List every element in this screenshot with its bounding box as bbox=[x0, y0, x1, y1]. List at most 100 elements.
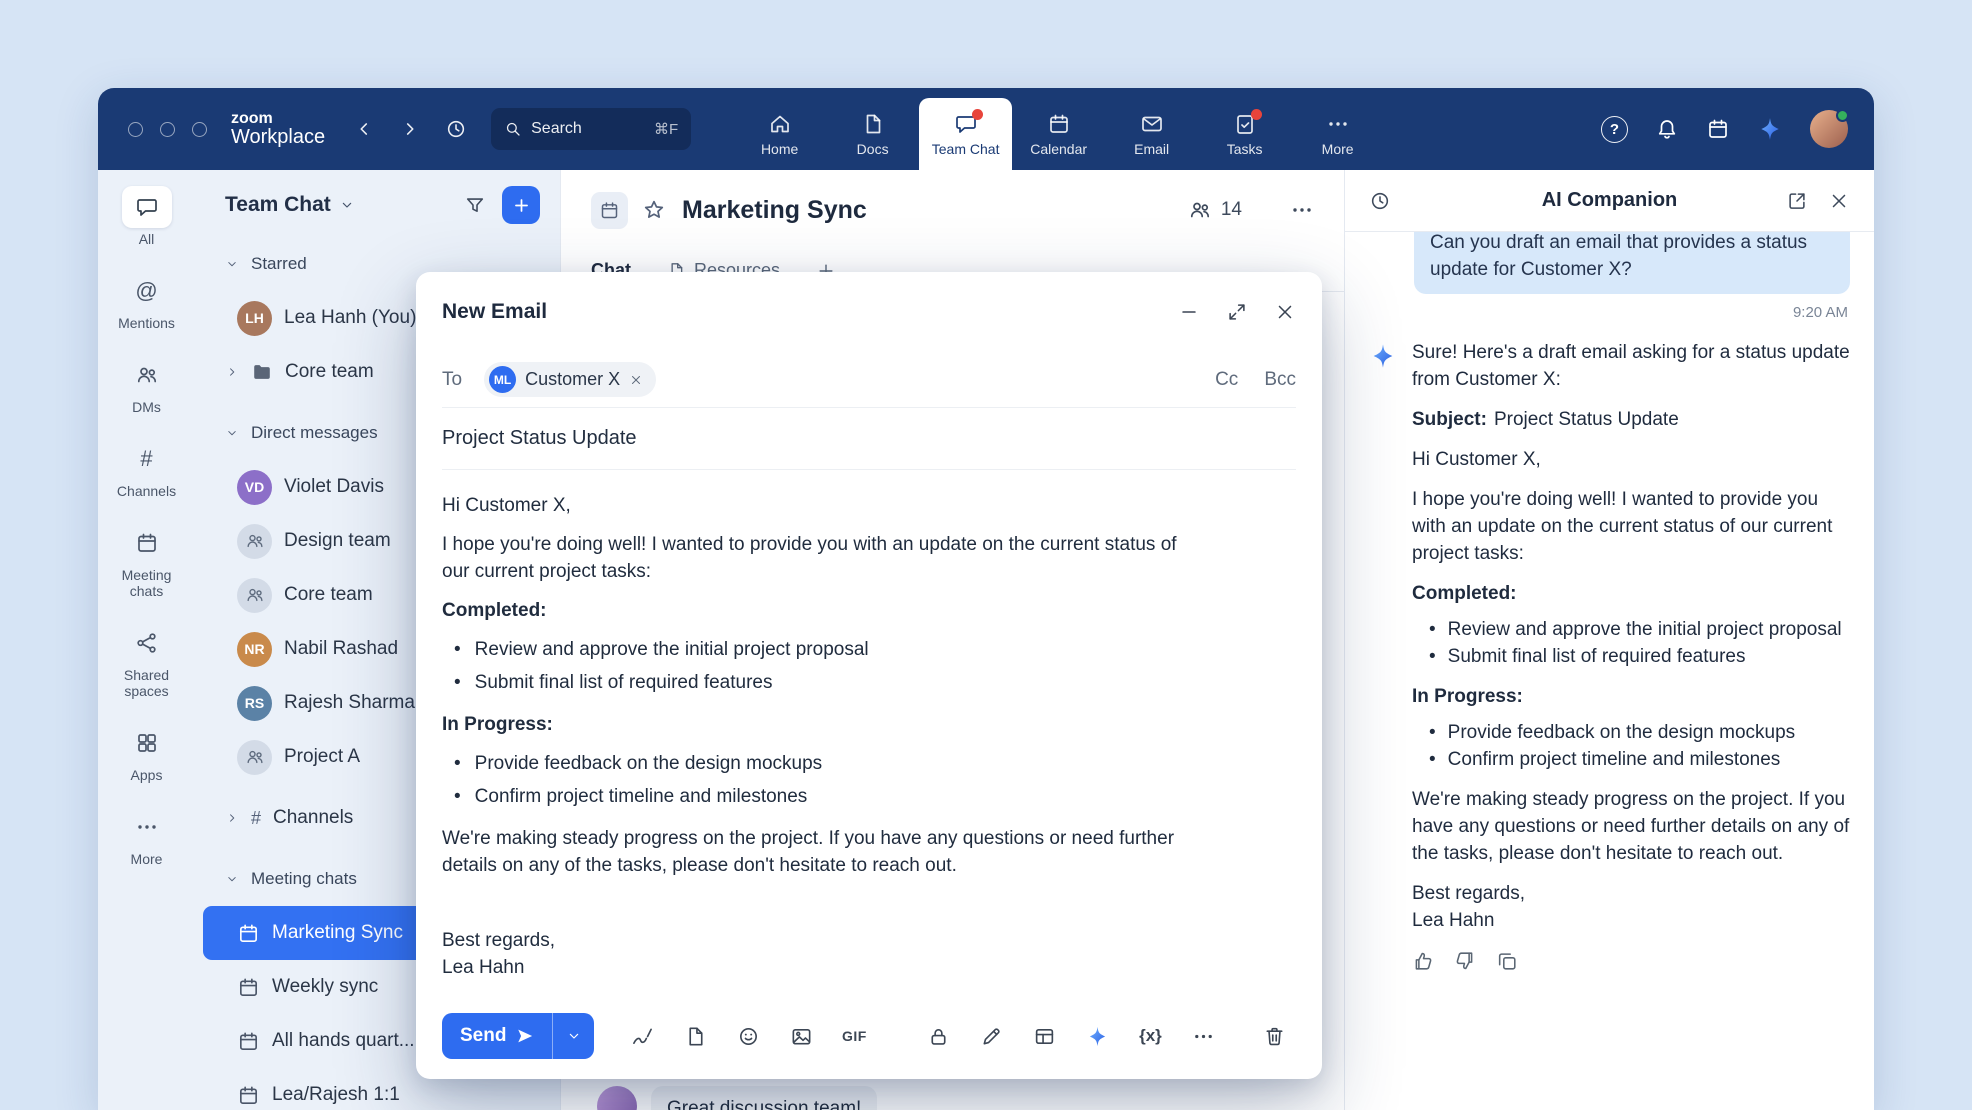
tab-label: Team Chat bbox=[932, 141, 1000, 157]
tab-team-chat[interactable]: Team Chat bbox=[919, 98, 1012, 170]
rail-item-shared-spaces[interactable]: Shared spaces bbox=[98, 622, 195, 699]
share-nodes-icon bbox=[135, 631, 159, 655]
tab-home[interactable]: Home bbox=[733, 98, 826, 170]
chat-name: Project A bbox=[284, 746, 360, 768]
history-icon[interactable] bbox=[445, 118, 467, 140]
tab-docs[interactable]: Docs bbox=[826, 98, 919, 170]
user-message-bubble: Can you draft an email that provides a s… bbox=[1414, 232, 1850, 294]
insert-image-button[interactable] bbox=[779, 1014, 823, 1058]
user-avatar[interactable] bbox=[1810, 110, 1848, 148]
list-item: Submit final list of required features bbox=[1412, 643, 1850, 670]
avatar: LH bbox=[237, 301, 272, 336]
ai-compose-button[interactable] bbox=[1075, 1014, 1119, 1058]
encrypt-button[interactable] bbox=[916, 1014, 960, 1058]
avatar: VD bbox=[237, 470, 272, 505]
schedule-calendar-icon[interactable] bbox=[1706, 117, 1730, 141]
page-title: Marketing Sync bbox=[682, 196, 867, 225]
history-icon[interactable] bbox=[1369, 190, 1391, 212]
traffic-light-zoom[interactable] bbox=[192, 122, 207, 137]
tab-label: Tasks bbox=[1227, 141, 1263, 157]
trash-icon bbox=[1263, 1025, 1286, 1048]
rail-item-dms[interactable]: DMs bbox=[98, 354, 195, 415]
signature: Lea Hahn bbox=[442, 954, 1187, 981]
rail-label: Shared spaces bbox=[104, 667, 190, 699]
close-icon[interactable] bbox=[1828, 190, 1850, 212]
ai-conversation[interactable]: Can you draft an email that provides a s… bbox=[1345, 232, 1874, 1110]
to-label: To bbox=[442, 369, 462, 391]
traffic-light-close[interactable] bbox=[128, 122, 143, 137]
new-chat-button[interactable] bbox=[502, 186, 540, 224]
window-controls[interactable] bbox=[128, 122, 207, 137]
tab-label: Calendar bbox=[1030, 141, 1087, 157]
forward-icon[interactable] bbox=[399, 118, 421, 140]
list-item: Review and approve the initial project p… bbox=[442, 633, 1296, 666]
attach-file-button[interactable] bbox=[673, 1014, 717, 1058]
filter-icon[interactable] bbox=[464, 194, 486, 216]
expand-icon[interactable] bbox=[1226, 301, 1248, 323]
recipient-chip[interactable]: ML Customer X bbox=[484, 362, 656, 397]
tab-label: Home bbox=[761, 141, 798, 157]
tab-email[interactable]: Email bbox=[1105, 98, 1198, 170]
email-body-editor[interactable]: Hi Customer X, I hope you're doing well!… bbox=[442, 470, 1296, 993]
avatar[interactable] bbox=[597, 1086, 637, 1110]
members-button[interactable]: 14 bbox=[1188, 198, 1242, 222]
to-field[interactable]: To ML Customer X Cc Bcc bbox=[442, 352, 1296, 408]
ai-companion-icon[interactable] bbox=[1757, 116, 1783, 142]
rail-item-more[interactable]: More bbox=[98, 806, 195, 867]
remove-recipient-icon[interactable] bbox=[629, 373, 643, 387]
rail-item-channels[interactable]: # Channels bbox=[98, 438, 195, 499]
edit-button[interactable] bbox=[969, 1014, 1013, 1058]
minimize-icon[interactable] bbox=[1178, 301, 1200, 323]
rail-item-meeting-chats[interactable]: Meeting chats bbox=[98, 522, 195, 599]
back-icon[interactable] bbox=[353, 118, 375, 140]
signature-pen-button[interactable] bbox=[620, 1014, 664, 1058]
notifications-bell-icon[interactable] bbox=[1655, 117, 1679, 141]
pencil-icon bbox=[980, 1025, 1003, 1048]
apps-grid-icon bbox=[135, 731, 159, 755]
variables-button[interactable]: {x} bbox=[1128, 1014, 1172, 1058]
ai-sparkle-icon bbox=[1369, 342, 1397, 370]
more-icon bbox=[135, 815, 159, 839]
thumbs-down-icon[interactable] bbox=[1454, 950, 1476, 972]
search-input[interactable]: Search ⌘F bbox=[491, 108, 691, 150]
template-button[interactable] bbox=[1022, 1014, 1066, 1058]
help-button[interactable]: ? bbox=[1601, 116, 1628, 143]
rail-item-mentions[interactable]: @ Mentions bbox=[98, 270, 195, 331]
email-icon bbox=[1140, 112, 1164, 136]
home-icon bbox=[768, 112, 792, 136]
chat-list-title[interactable]: Team Chat bbox=[225, 193, 331, 217]
more-options-icon[interactable] bbox=[1290, 198, 1314, 222]
open-in-new-icon[interactable] bbox=[1786, 190, 1808, 212]
traffic-light-minimize[interactable] bbox=[160, 122, 175, 137]
meeting-chat-icon bbox=[237, 922, 260, 945]
tab-calendar[interactable]: Calendar bbox=[1012, 98, 1105, 170]
copy-icon[interactable] bbox=[1496, 950, 1518, 972]
bcc-button[interactable]: Bcc bbox=[1264, 369, 1296, 391]
close-icon[interactable] bbox=[1274, 301, 1296, 323]
cc-button[interactable]: Cc bbox=[1215, 369, 1238, 391]
tab-more[interactable]: More bbox=[1291, 98, 1384, 170]
rail-item-all[interactable]: All bbox=[98, 186, 195, 247]
send-options-button[interactable] bbox=[552, 1013, 594, 1059]
more-options-button[interactable] bbox=[1181, 1014, 1225, 1058]
template-icon bbox=[1033, 1025, 1056, 1048]
tab-tasks[interactable]: Tasks bbox=[1198, 98, 1291, 170]
chat-name: Rajesh Sharma bbox=[284, 692, 415, 714]
image-icon bbox=[790, 1025, 813, 1048]
star-icon[interactable] bbox=[642, 198, 666, 222]
discard-draft-button[interactable] bbox=[1252, 1014, 1296, 1058]
section-label: Direct messages bbox=[251, 423, 378, 443]
send-button[interactable]: Send bbox=[442, 1013, 552, 1059]
thumbs-up-icon[interactable] bbox=[1412, 950, 1434, 972]
gif-button[interactable]: GIF bbox=[832, 1014, 876, 1058]
hash-icon: # bbox=[251, 809, 261, 827]
emoji-button[interactable] bbox=[726, 1014, 770, 1058]
subject-field[interactable]: Project Status Update bbox=[442, 408, 1296, 470]
message-bubble[interactable]: Great discussion team! bbox=[651, 1086, 877, 1110]
chat-name: Weekly sync bbox=[272, 976, 378, 998]
chevron-down-icon[interactable] bbox=[339, 197, 355, 213]
folder-icon bbox=[251, 361, 273, 383]
rail-item-apps[interactable]: Apps bbox=[98, 722, 195, 783]
signature-pen-icon bbox=[631, 1025, 654, 1048]
section-label: Starred bbox=[251, 254, 307, 274]
